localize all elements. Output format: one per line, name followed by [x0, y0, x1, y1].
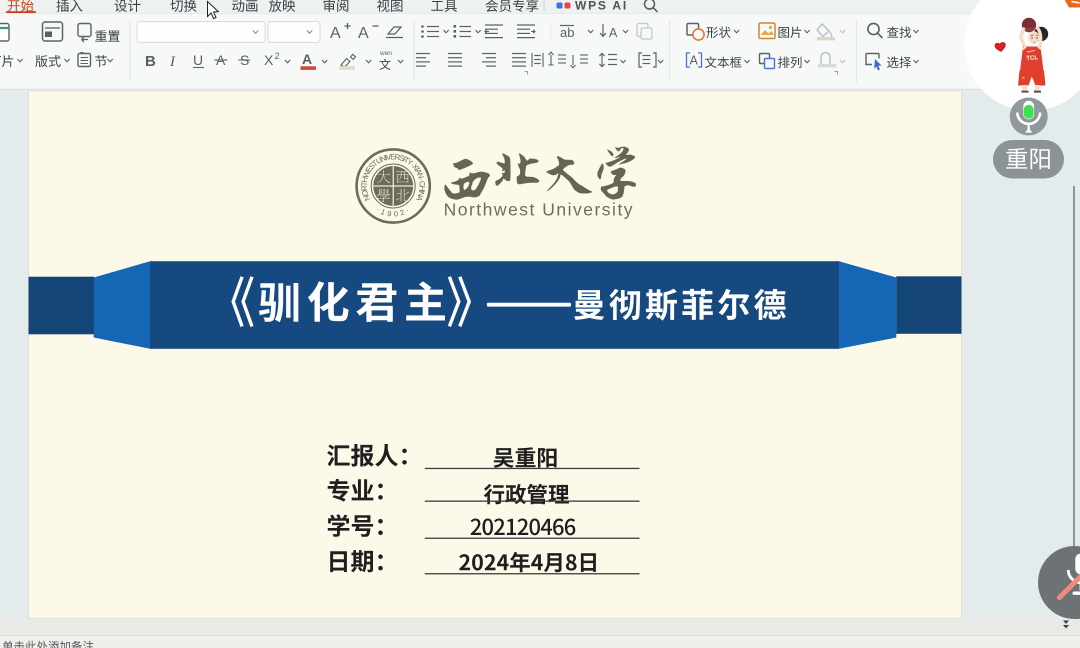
svg-text:A: A	[690, 54, 699, 68]
svg-text:A: A	[609, 26, 618, 40]
svg-text:2: 2	[275, 51, 280, 61]
svg-text:A: A	[302, 51, 312, 67]
svg-text:wen: wen	[379, 50, 392, 57]
svg-text:Northwest University: Northwest University	[444, 200, 634, 220]
svg-text:B: B	[145, 53, 156, 70]
svg-text:TCL: TCL	[1026, 55, 1038, 62]
svg-text:ab: ab	[560, 25, 574, 40]
svg-text:I: I	[169, 54, 176, 70]
svg-text:WPS AI: WPS AI	[575, 0, 628, 13]
